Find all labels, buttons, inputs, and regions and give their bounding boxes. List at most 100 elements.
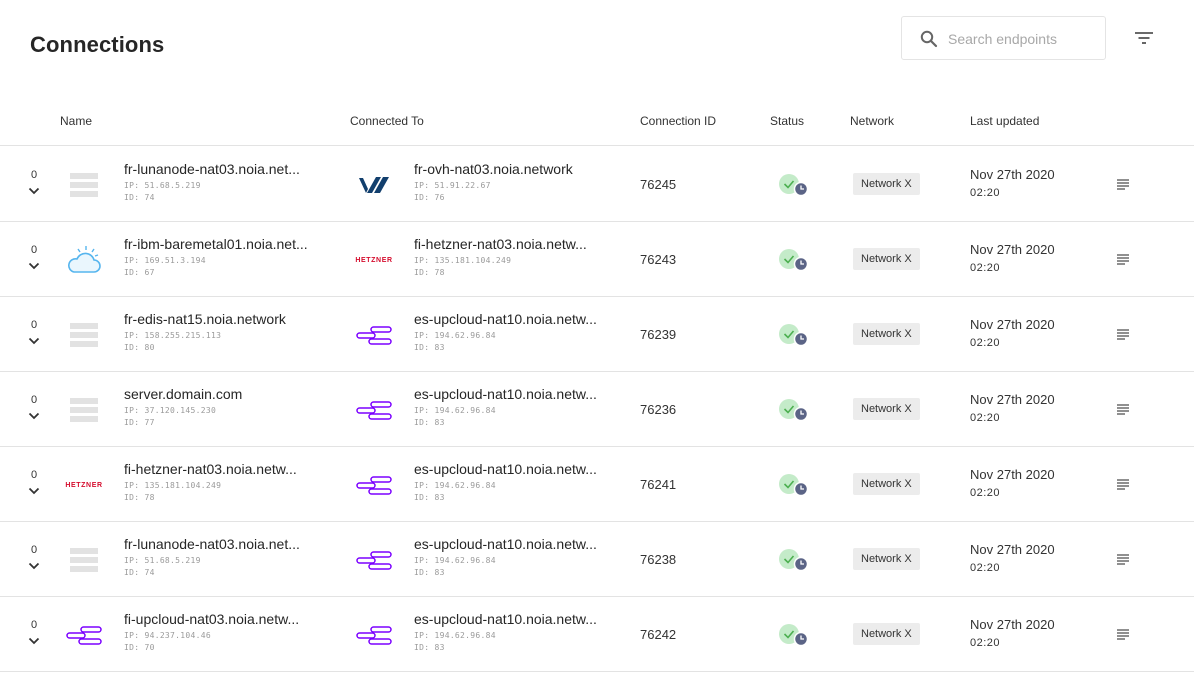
endpoint-ip: IP: 94.237.104.46 — [124, 631, 211, 640]
last-updated-date: Nov 27th 2020 — [970, 317, 1055, 332]
chevron-down-icon[interactable] — [28, 637, 40, 645]
endpoint-ip: IP: 169.51.3.194 — [124, 256, 206, 265]
endpoint-meta: IP: 158.255.215.113 ID: 80 — [124, 330, 221, 354]
last-updated-time: 02:20 — [970, 262, 1001, 274]
status-ok-icon — [779, 624, 808, 647]
endpoint-name[interactable]: fr-edis-nat15.noia.network — [124, 311, 322, 327]
table-row[interactable]: 0 fr-ibm-baremetal01.noia.net... IP: 169… — [0, 222, 1194, 297]
endpoint-id: ID: 67 — [124, 268, 155, 277]
ibm-cloud-icon — [59, 240, 109, 280]
connected-endpoint-name[interactable]: es-upcloud-nat10.noia.netw... — [414, 461, 618, 477]
endpoint-name[interactable]: fi-hetzner-nat03.noia.netw... — [124, 461, 322, 477]
table-row[interactable]: 0 fr-edis-nat15.noia.network IP: 158.255… — [0, 297, 1194, 372]
connected-endpoint-name[interactable]: fi-hetzner-nat03.noia.netw... — [414, 236, 618, 252]
status-ok-icon — [779, 549, 808, 572]
endpoint-ip: IP: 51.68.5.219 — [124, 181, 201, 190]
connected-endpoint-ip: IP: 194.62.96.84 — [414, 556, 496, 565]
details-menu-icon[interactable] — [1116, 478, 1130, 490]
upcloud-logo — [349, 615, 399, 655]
details-menu-icon[interactable] — [1116, 553, 1130, 565]
details-menu-icon[interactable] — [1116, 253, 1130, 265]
search-input[interactable] — [948, 28, 1098, 50]
endpoint-id: ID: 77 — [124, 418, 155, 427]
search-icon — [920, 30, 938, 48]
last-updated-date: Nov 27th 2020 — [970, 242, 1055, 257]
endpoint-name[interactable]: fi-upcloud-nat03.noia.netw... — [124, 611, 322, 627]
column-header-last-updated[interactable]: Last updated — [970, 114, 1039, 128]
connected-endpoint-ip: IP: 194.62.96.84 — [414, 331, 496, 340]
column-header-network[interactable]: Network — [850, 114, 894, 128]
chevron-down-icon[interactable] — [28, 487, 40, 495]
search-box[interactable] — [901, 16, 1106, 60]
upcloud-logo — [349, 465, 399, 505]
connection-id: 76245 — [640, 177, 677, 192]
connected-endpoint-name[interactable]: es-upcloud-nat10.noia.netw... — [414, 611, 618, 627]
endpoint-name[interactable]: server.domain.com — [124, 386, 322, 402]
table-row[interactable]: 0 fi-upcloud-nat03.noia.netw... IP: 94.2… — [0, 597, 1194, 672]
connected-endpoint-meta: IP: 194.62.96.84 ID: 83 — [414, 330, 496, 354]
status-ok-icon — [779, 324, 808, 347]
chevron-down-icon[interactable] — [28, 187, 40, 195]
last-updated-time: 02:20 — [970, 412, 1001, 424]
last-updated-time: 02:20 — [970, 487, 1001, 499]
connected-endpoint-id: ID: 83 — [414, 343, 445, 352]
details-menu-icon[interactable] — [1116, 178, 1130, 190]
connected-endpoint-name[interactable]: fr-ovh-nat03.noia.network — [414, 161, 618, 177]
connected-endpoint-name[interactable]: es-upcloud-nat10.noia.netw... — [414, 536, 618, 552]
server-stack-icon — [59, 540, 109, 580]
last-updated-time: 02:20 — [970, 337, 1001, 349]
row-count: 0 — [31, 394, 38, 406]
last-updated-date: Nov 27th 2020 — [970, 467, 1055, 482]
table-row[interactable]: 0 server.domain.com IP: 37.120.145.230 I… — [0, 372, 1194, 447]
connected-endpoint-id: ID: 76 — [414, 193, 445, 202]
server-stack-icon — [59, 390, 109, 430]
column-header-connection-id[interactable]: Connection ID — [640, 114, 716, 128]
connected-endpoint-ip: IP: 194.62.96.84 — [414, 481, 496, 490]
connections-table: 0 fr-lunanode-nat03.noia.net... IP: 51.6… — [0, 147, 1194, 672]
connected-endpoint-name[interactable]: es-upcloud-nat10.noia.netw... — [414, 311, 618, 327]
connected-endpoint-name[interactable]: es-upcloud-nat10.noia.netw... — [414, 386, 618, 402]
chevron-down-icon[interactable] — [28, 412, 40, 420]
connected-endpoint-meta: IP: 194.62.96.84 ID: 83 — [414, 555, 496, 579]
network-badge: Network X — [853, 173, 920, 195]
chevron-down-icon[interactable] — [28, 337, 40, 345]
endpoint-name[interactable]: fr-lunanode-nat03.noia.net... — [124, 536, 322, 552]
details-menu-icon[interactable] — [1116, 328, 1130, 340]
connected-endpoint-ip: IP: 135.181.104.249 — [414, 256, 512, 265]
endpoint-name[interactable]: fr-lunanode-nat03.noia.net... — [124, 161, 322, 177]
filter-icon[interactable] — [1132, 28, 1156, 48]
endpoint-meta: IP: 37.120.145.230 ID: 77 — [124, 405, 216, 429]
endpoint-ip: IP: 158.255.215.113 — [124, 331, 222, 340]
ovh-logo — [349, 165, 399, 205]
table-row[interactable]: 0 fr-lunanode-nat03.noia.net... IP: 51.6… — [0, 147, 1194, 222]
endpoint-name[interactable]: fr-ibm-baremetal01.noia.net... — [124, 236, 322, 252]
chevron-down-icon[interactable] — [28, 562, 40, 570]
column-header-name[interactable]: Name — [60, 114, 92, 128]
connection-id: 76242 — [640, 627, 677, 642]
table-row[interactable]: 0 HETZNER fi-hetzner-nat03.noia.netw... … — [0, 447, 1194, 522]
status-ok-icon — [779, 474, 808, 497]
upcloud-logo — [349, 390, 399, 430]
column-header-connected-to[interactable]: Connected To — [350, 114, 424, 128]
details-menu-icon[interactable] — [1116, 403, 1130, 415]
column-header-status[interactable]: Status — [770, 114, 804, 128]
hetzner-logo: HETZNER — [349, 240, 399, 280]
endpoint-id: ID: 74 — [124, 568, 155, 577]
network-badge: Network X — [853, 398, 920, 420]
chevron-down-icon[interactable] — [28, 262, 40, 270]
last-updated-date: Nov 27th 2020 — [970, 617, 1055, 632]
last-updated-time: 02:20 — [970, 562, 1001, 574]
last-updated-time: 02:20 — [970, 637, 1001, 649]
endpoint-ip: IP: 135.181.104.249 — [124, 481, 222, 490]
last-updated-date: Nov 27th 2020 — [970, 167, 1055, 182]
network-badge: Network X — [853, 323, 920, 345]
hetzner-logo: HETZNER — [59, 465, 109, 505]
last-updated-date: Nov 27th 2020 — [970, 392, 1055, 407]
status-ok-icon — [779, 399, 808, 422]
upcloud-logo — [59, 615, 109, 655]
endpoint-id: ID: 70 — [124, 643, 155, 652]
row-count: 0 — [31, 169, 38, 181]
details-menu-icon[interactable] — [1116, 628, 1130, 640]
endpoint-ip: IP: 37.120.145.230 — [124, 406, 217, 415]
table-row[interactable]: 0 fr-lunanode-nat03.noia.net... IP: 51.6… — [0, 522, 1194, 597]
